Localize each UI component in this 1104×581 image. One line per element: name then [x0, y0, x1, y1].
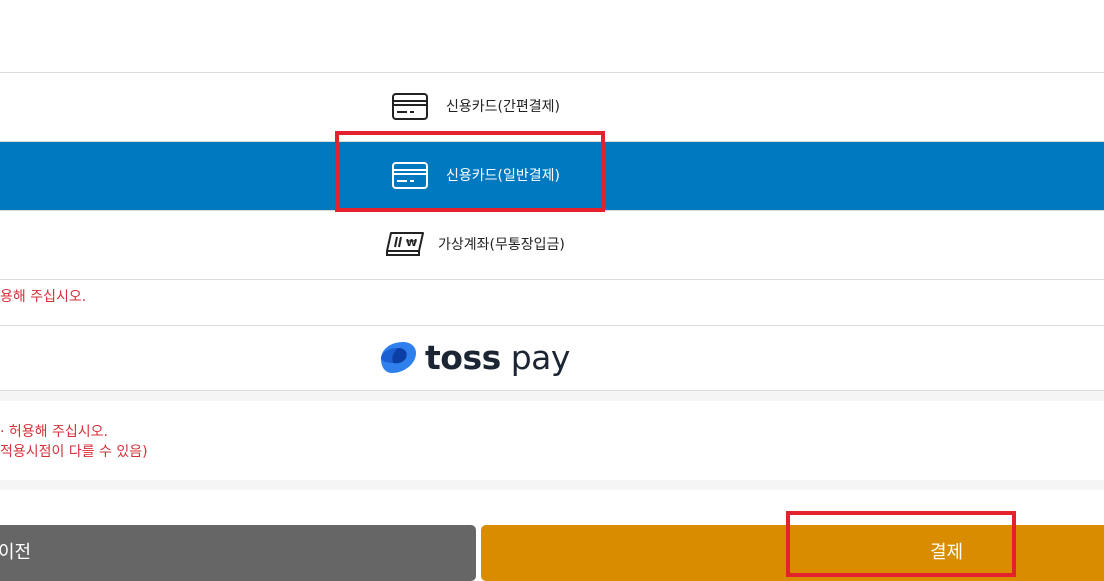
section-spacer: [0, 391, 1104, 401]
toss-logo-icon: [377, 339, 419, 377]
section-spacer: [0, 480, 1104, 490]
payment-option-card-simple[interactable]: 신용카드(간편결제): [0, 73, 1104, 141]
credit-card-icon: [392, 93, 428, 120]
payment-option-label: 가상계좌(무통장입금): [438, 237, 565, 253]
payment-option-toss-pay[interactable]: toss pay: [0, 326, 1104, 390]
pay-button-label: 결제: [930, 542, 964, 563]
payment-option-label: 신용카드(간편결제): [446, 99, 560, 115]
toss-notice-line: · 허용해 주십시오.: [0, 424, 108, 440]
virtual-account-icon: ₩: [385, 230, 424, 257]
credit-card-icon: [392, 162, 428, 189]
prev-button[interactable]: 이전: [0, 525, 476, 581]
pay-button[interactable]: 결제: [481, 525, 1104, 581]
popup-notice: 용해 주십시오.: [0, 289, 87, 305]
payment-option-label: 신용카드(일반결제): [446, 168, 560, 184]
payment-option-virtual-account[interactable]: ₩ 가상계좌(무통장입금): [0, 211, 1104, 279]
toss-notice-line: 적용시점이 다를 수 있음): [0, 444, 148, 460]
toss-pay-wordmark: toss pay: [425, 338, 570, 377]
payment-option-card-general[interactable]: 신용카드(일반결제): [0, 142, 1104, 210]
divider: [0, 279, 1104, 280]
prev-button-label: 이전: [0, 542, 32, 563]
svg-text:₩: ₩: [406, 238, 417, 249]
